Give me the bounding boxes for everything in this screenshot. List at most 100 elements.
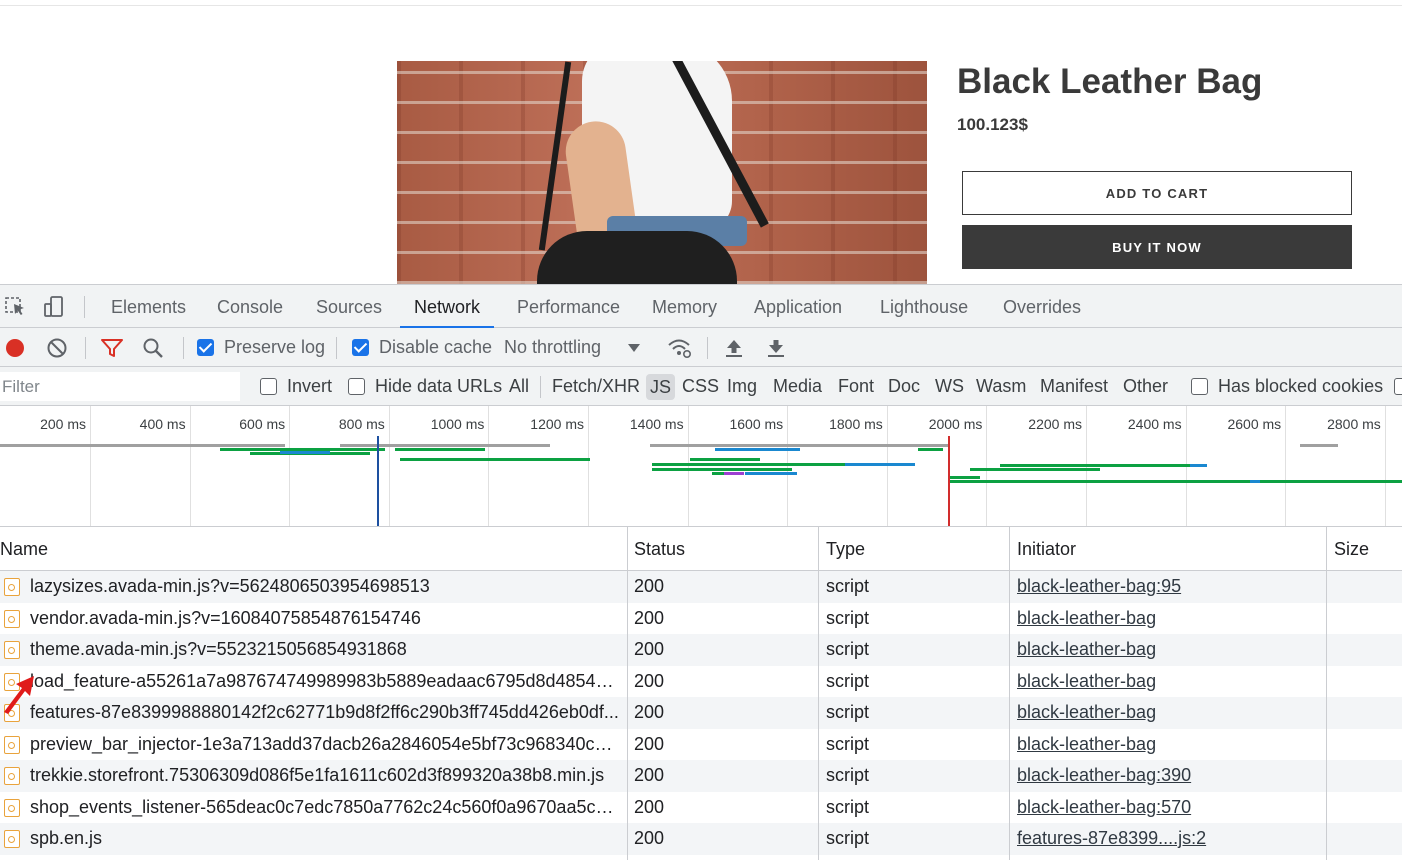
preserve-log-checkbox[interactable]: Preserve log [197, 328, 325, 367]
inspect-element-icon[interactable] [4, 295, 28, 319]
request-name[interactable]: trekkie.storefront.75306309d086f5e1fa161… [30, 760, 622, 792]
column-header-initiator[interactable]: Initiator [1010, 527, 1076, 571]
table-row[interactable]: lazysizes.avada-min.js?v=562480650395469… [0, 571, 1402, 603]
filter-type-js[interactable]: JS [646, 374, 676, 400]
table-row[interactable]: trekkie.storefront.75306309d086f5e1fa161… [0, 760, 1402, 792]
request-status: 200 [634, 670, 665, 691]
import-har-button[interactable] [723, 328, 745, 367]
request-type: script [826, 670, 870, 691]
clear-button[interactable] [46, 328, 68, 367]
record-button[interactable] [4, 328, 26, 367]
table-row[interactable]: shop_events_listener-565deac0c7edc7850a7… [0, 792, 1402, 824]
table-row[interactable]: theme.avada-min.js?v=5523215056854931868… [0, 634, 1402, 666]
toolbar-separator [85, 337, 86, 359]
hide-data-urls-checkbox[interactable]: Hide data URLs [348, 367, 502, 406]
network-conditions-button[interactable] [667, 328, 693, 367]
invert-checkbox[interactable]: Invert [260, 367, 332, 406]
request-initiator-link[interactable]: black-leather-bag:570 [1017, 792, 1322, 824]
tab-sources[interactable]: Sources [316, 285, 382, 327]
tab-elements[interactable]: Elements [111, 285, 186, 327]
filter-type-css[interactable]: CSS [682, 367, 719, 406]
column-header-name[interactable]: Name [0, 527, 48, 571]
filter-funnel-icon [101, 338, 123, 357]
tab-lighthouse[interactable]: Lighthouse [880, 285, 968, 327]
table-row[interactable]: spb.en.js 200 script features-87e8399....js… [0, 823, 1402, 855]
table-row[interactable]: load_feature-a55261a7a987674749989983b58… [0, 666, 1402, 698]
tab-application[interactable]: Application [754, 285, 842, 327]
request-name[interactable]: load_feature-a55261a7a987674749989983b58… [30, 666, 622, 698]
filter-input[interactable]: Filter [0, 372, 240, 401]
network-overview-timeline[interactable]: 200 ms 400 ms 600 ms 800 ms 1000 ms 1200 ms 14… [0, 406, 1402, 527]
request-initiator-link[interactable]: black-leather-bag [1017, 666, 1322, 698]
filter-toggle-button[interactable] [100, 328, 124, 367]
filter-type-doc[interactable]: Doc [888, 367, 920, 406]
column-header-size[interactable]: Size [1327, 527, 1369, 571]
tab-overrides[interactable]: Overrides [1003, 285, 1081, 327]
timeline-request-bar [652, 468, 792, 471]
tab-network[interactable]: Network [399, 285, 495, 328]
product-image [397, 61, 927, 284]
filter-type-other[interactable]: Other [1123, 367, 1168, 406]
request-name[interactable]: theme.avada-min.js?v=5523215056854931868 [30, 634, 622, 666]
timeline-request-bar [970, 468, 1100, 471]
timeline-request-bar [652, 463, 847, 466]
table-row[interactable]: vendor.avada-min.js?v=160840758548761547… [0, 603, 1402, 635]
request-initiator-link[interactable]: black-leather-bag:390 [1017, 760, 1322, 792]
request-name[interactable]: vendor.avada-min.js?v=160840758548761547… [30, 603, 622, 635]
has-blocked-cookies-checkbox[interactable]: Has blocked cookies [1191, 367, 1383, 406]
request-name[interactable]: features-87e8399988880142f2c62771b9d8f2f… [30, 697, 622, 729]
request-initiator-link[interactable]: black-leather-bag [1017, 729, 1322, 761]
toolbar-separator [336, 337, 337, 359]
request-initiator-link[interactable]: black-leather-bag [1017, 634, 1322, 666]
throttling-select[interactable]: No throttling [504, 328, 641, 367]
search-button[interactable] [142, 328, 164, 367]
filter-type-manifest[interactable]: Manifest [1040, 367, 1108, 406]
request-name[interactable]: shop_events_listener-565deac0c7edc7850a7… [30, 792, 622, 824]
request-name[interactable]: lazysizes.avada-min.js?v=562480650395469… [30, 571, 622, 603]
timeline-gridline [90, 406, 91, 526]
request-initiator-link[interactable]: black-leather-bag:95 [1017, 571, 1322, 603]
load-event-marker [948, 436, 950, 526]
filter-type-font[interactable]: Font [838, 367, 874, 406]
filter-type-wasm[interactable]: Wasm [976, 367, 1026, 406]
request-initiator-link[interactable]: features-87e8399....js:2 [1017, 823, 1322, 855]
request-status: 200 [634, 576, 665, 596]
request-name[interactable]: spb.en.js [30, 823, 622, 855]
table-row[interactable]: features-87e8399988880142f2c62771b9d8f2f… [0, 697, 1402, 729]
toolbar-separator [707, 337, 708, 359]
filter-type-media[interactable]: Media [773, 367, 822, 406]
request-initiator-link[interactable]: black-leather-bag [1017, 697, 1322, 729]
timeline-tick-label: 2400 ms [1127, 416, 1182, 432]
invert-label: Invert [287, 376, 333, 396]
timeline-tick-label: 200 ms [40, 416, 86, 432]
tab-console[interactable]: Console [217, 285, 283, 327]
script-file-icon [4, 735, 20, 754]
column-header-type[interactable]: Type [819, 527, 865, 571]
request-initiator-link[interactable]: black-leather-bag [1017, 603, 1322, 635]
tab-memory[interactable]: Memory [652, 285, 717, 327]
filter-type-img[interactable]: Img [727, 367, 757, 406]
timeline-request-bar [690, 458, 760, 461]
device-toolbar-icon[interactable] [43, 295, 67, 319]
buy-it-now-button[interactable]: BUY IT NOW [962, 225, 1352, 269]
devtools-panel: Elements Console Sources Network Perform… [0, 284, 1402, 860]
devtools-tab-bar: Elements Console Sources Network Perform… [0, 285, 1402, 328]
filter-type-fetch-xhr[interactable]: Fetch/XHR [552, 367, 640, 406]
timeline-gridline [488, 406, 490, 526]
table-row[interactable]: preview_bar_injector-1e3a713add37dacb26a… [0, 729, 1402, 761]
tab-performance[interactable]: Performance [517, 285, 620, 327]
timeline-request-bar [745, 472, 797, 475]
timeline-gridline [1384, 406, 1386, 526]
disable-cache-checkbox[interactable]: Disable cache [352, 328, 492, 367]
filter-type-all[interactable]: All [509, 367, 529, 406]
timeline-tick-label: 2600 ms [1227, 416, 1282, 432]
filter-type-ws[interactable]: WS [935, 367, 964, 406]
script-file-icon [4, 609, 20, 628]
request-type: script [826, 639, 870, 659]
column-header-status[interactable]: Status [627, 527, 685, 571]
request-name[interactable]: preview_bar_injector-1e3a713add37dacb26a… [30, 729, 622, 761]
add-to-cart-button[interactable]: ADD TO CART [962, 171, 1352, 215]
timeline-request-bar [950, 476, 980, 479]
export-har-button[interactable] [765, 328, 787, 367]
blocked-requests-checkbox[interactable] [1394, 367, 1402, 406]
